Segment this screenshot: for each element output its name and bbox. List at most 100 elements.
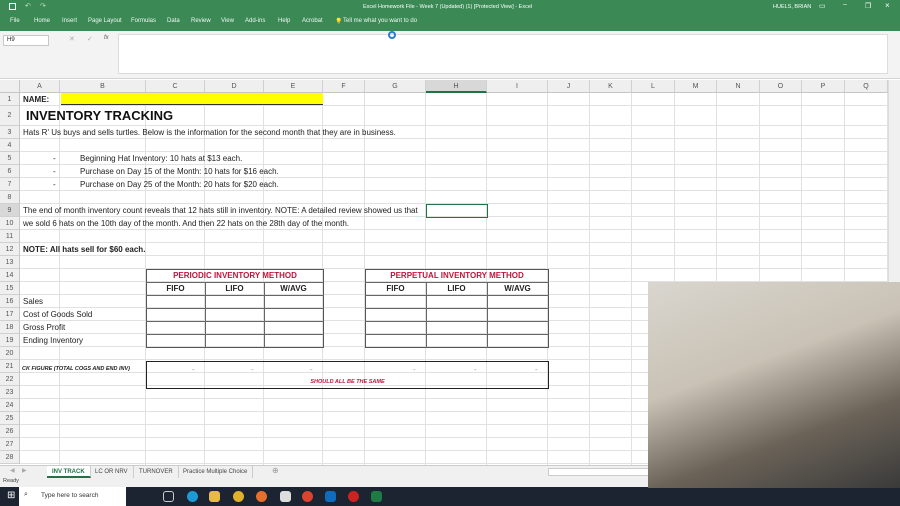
firefox-icon[interactable]	[256, 491, 267, 502]
minimize-icon[interactable]: –	[843, 1, 847, 8]
chrome-icon[interactable]	[302, 491, 313, 502]
tab-view[interactable]: View	[221, 18, 234, 24]
row-header-15[interactable]: 15	[0, 282, 20, 295]
sheet-tab-lc-or-nrv[interactable]: LC OR NRV	[90, 466, 134, 478]
outlook-icon[interactable]	[325, 491, 336, 502]
row-header-28[interactable]: 28	[0, 451, 20, 464]
column-header-j[interactable]: J	[548, 80, 590, 93]
tab-scroll-left-icon[interactable]: ◀	[10, 467, 15, 474]
ck-value: -	[192, 365, 195, 374]
periodic-title: PERIODIC INVENTORY METHOD	[173, 271, 297, 280]
tell-me-search[interactable]: Tell me what you want to do	[343, 18, 417, 24]
close-icon[interactable]: ×	[885, 1, 890, 10]
tab-help[interactable]: Help	[278, 18, 290, 24]
tab-review[interactable]: Review	[191, 18, 211, 24]
sheet-tab-practice-multiple-choice[interactable]: Practice Multiple Choice	[178, 466, 254, 478]
add-sheet-icon[interactable]: ⊕	[272, 466, 279, 475]
redo-icon[interactable]: ↷	[40, 2, 46, 10]
column-header-c[interactable]: C	[146, 80, 205, 93]
column-header-m[interactable]: M	[675, 80, 717, 93]
formula-input[interactable]	[118, 34, 888, 74]
tab-formulas[interactable]: Formulas	[131, 18, 156, 24]
row-header-2[interactable]: 2	[0, 106, 20, 126]
row-header-11[interactable]: 11	[0, 230, 20, 243]
row-header-22[interactable]: 22	[0, 373, 20, 386]
column-header-b[interactable]: B	[60, 80, 146, 93]
row-header-25[interactable]: 25	[0, 412, 20, 425]
row-header-21[interactable]: 21	[0, 360, 20, 373]
row-header-9[interactable]: 9	[0, 204, 20, 217]
row-header-17[interactable]: 17	[0, 308, 20, 321]
column-header-q[interactable]: Q	[845, 80, 888, 93]
row-header-1[interactable]: 1	[0, 93, 20, 106]
file-explorer-icon[interactable]	[209, 491, 220, 502]
column-header-p[interactable]: P	[802, 80, 845, 93]
ck-figure-label: CK FIGURE (TOTAL COGS AND END INV)	[22, 366, 130, 372]
method-fifo: FIFO	[386, 284, 405, 293]
row-header-4[interactable]: 4	[0, 139, 20, 152]
column-header-k[interactable]: K	[590, 80, 632, 93]
row-header-6[interactable]: 6	[0, 165, 20, 178]
tab-data[interactable]: Data	[167, 18, 180, 24]
insert-function-icon[interactable]: fx	[104, 35, 109, 41]
tab-insert[interactable]: Insert	[62, 18, 77, 24]
sheet-tab-turnover[interactable]: TURNOVER	[134, 466, 179, 478]
column-header-g[interactable]: G	[365, 80, 426, 93]
row-header-23[interactable]: 23	[0, 386, 20, 399]
selected-cell-h9[interactable]	[426, 204, 488, 218]
column-header-f[interactable]: F	[323, 80, 365, 93]
tab-acrobat[interactable]: Acrobat	[302, 18, 323, 24]
row-header-20[interactable]: 20	[0, 347, 20, 360]
page-title: INVENTORY TRACKING	[26, 108, 174, 123]
row-header-18[interactable]: 18	[0, 321, 20, 334]
gridline	[20, 255, 888, 256]
windows-start-icon[interactable]: ⊞	[7, 491, 15, 501]
user-name[interactable]: HUELS, BRIAN	[773, 4, 811, 10]
calculator-icon[interactable]	[280, 491, 291, 502]
tab-page-layout[interactable]: Page Layout	[88, 18, 122, 24]
recorder-icon[interactable]	[348, 491, 359, 502]
row-header-5[interactable]: 5	[0, 152, 20, 165]
row-header-12[interactable]: 12	[0, 243, 20, 256]
column-header-e[interactable]: E	[264, 80, 323, 93]
sheet-tab-inv-track[interactable]: INV TRACK	[47, 466, 91, 478]
table-border	[146, 334, 324, 335]
column-header-h[interactable]: H	[426, 80, 487, 93]
column-header-o[interactable]: O	[760, 80, 802, 93]
tab-add-ins[interactable]: Add-ins	[245, 18, 265, 24]
tab-scroll-right-icon[interactable]: ▶	[22, 467, 27, 474]
task-view-icon[interactable]	[163, 491, 174, 502]
restore-icon[interactable]: ❐	[865, 2, 871, 10]
edge-icon[interactable]	[187, 491, 198, 502]
column-header-a[interactable]: A	[20, 80, 60, 93]
ribbon-display-icon[interactable]: ▭	[819, 2, 826, 10]
tab-home[interactable]: Home	[34, 18, 50, 24]
excel-icon[interactable]	[371, 491, 382, 502]
select-all-corner[interactable]	[0, 80, 20, 93]
cancel-icon[interactable]: ✕	[69, 35, 75, 43]
name-input-cell[interactable]	[61, 93, 323, 105]
column-header-d[interactable]: D	[205, 80, 264, 93]
tab-file[interactable]: File	[10, 18, 20, 24]
row-header-3[interactable]: 3	[0, 126, 20, 139]
row-header-26[interactable]: 26	[0, 425, 20, 438]
row-header-8[interactable]: 8	[0, 191, 20, 204]
row-header-24[interactable]: 24	[0, 399, 20, 412]
column-header-i[interactable]: I	[487, 80, 548, 93]
column-header-l[interactable]: L	[632, 80, 675, 93]
row-header-13[interactable]: 13	[0, 256, 20, 269]
name-box[interactable]: H9	[3, 35, 49, 46]
chrome-icon[interactable]	[233, 491, 244, 502]
row-header-14[interactable]: 14	[0, 269, 20, 282]
bullet: -	[53, 180, 56, 189]
row-header-7[interactable]: 7	[0, 178, 20, 191]
taskbar-search[interactable]: ⌕ Type here to search	[19, 487, 126, 506]
row-header-27[interactable]: 27	[0, 438, 20, 451]
enter-icon[interactable]: ✓	[87, 35, 93, 43]
column-header-n[interactable]: N	[717, 80, 760, 93]
row-header-16[interactable]: 16	[0, 295, 20, 308]
save-icon[interactable]	[9, 3, 16, 10]
undo-icon[interactable]: ↶	[25, 2, 31, 10]
row-header-10[interactable]: 10	[0, 217, 20, 230]
row-header-19[interactable]: 19	[0, 334, 20, 347]
